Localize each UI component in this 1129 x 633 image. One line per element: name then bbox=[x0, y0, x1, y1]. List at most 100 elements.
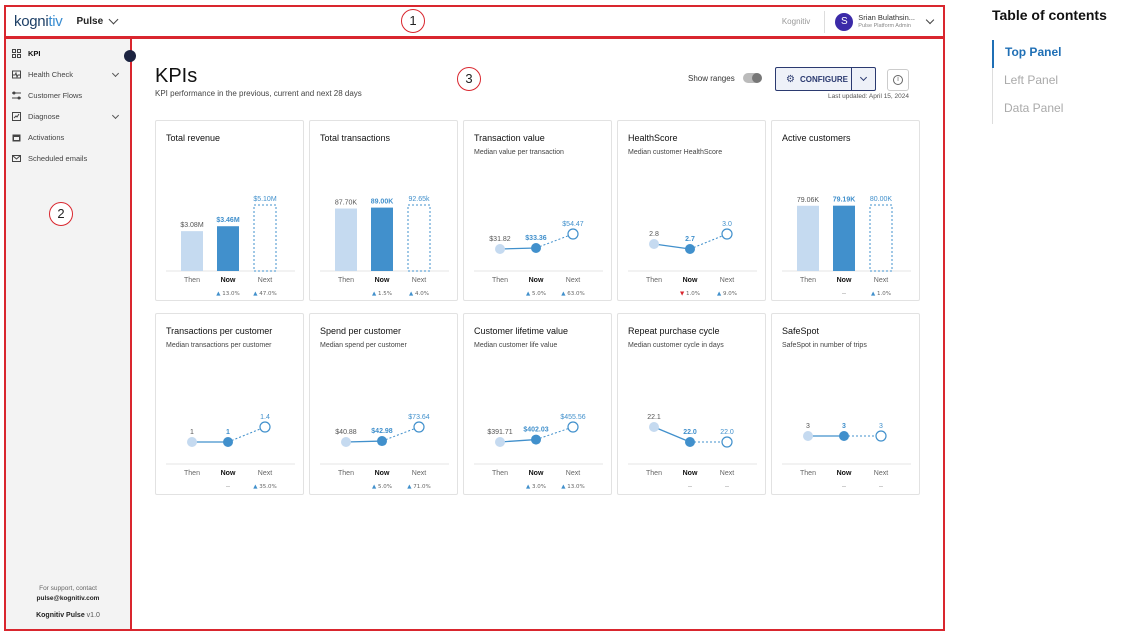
bar-now[interactable] bbox=[217, 226, 239, 271]
sidebar-item-label: Diagnose bbox=[28, 112, 60, 121]
data-label: 3.0 bbox=[722, 221, 732, 228]
point-then[interactable] bbox=[803, 431, 813, 441]
category-label-next: Next bbox=[566, 277, 580, 284]
delta-label: ▲ 13.0% bbox=[216, 291, 239, 297]
calendar-icon bbox=[12, 133, 21, 142]
point-then[interactable] bbox=[649, 239, 659, 249]
point-now[interactable] bbox=[531, 434, 541, 445]
bar-then[interactable] bbox=[181, 231, 203, 271]
category-label-now: Now bbox=[837, 277, 852, 284]
kognitiv-logo[interactable]: kognitiv bbox=[14, 13, 63, 30]
point-then[interactable] bbox=[187, 437, 197, 447]
bar-now[interactable] bbox=[371, 207, 393, 271]
category-label-now: Now bbox=[221, 470, 236, 477]
point-next[interactable] bbox=[875, 430, 887, 442]
kpi-card-transaction-value[interactable]: Transaction value Median value per transa… bbox=[463, 120, 612, 301]
kpi-card-total-revenue[interactable]: Total revenue $3.08M $3.46M $5.10M Then Now Ne… bbox=[155, 120, 304, 301]
user-name: Srian Bulathsin... bbox=[858, 12, 915, 22]
kpi-card-healthscore[interactable]: HealthScore Median customer HealthScore 2.… bbox=[617, 120, 766, 301]
toc-item-data-panel[interactable]: Data Panel bbox=[993, 96, 1127, 124]
delta-label: ▲ 13.0% bbox=[561, 484, 584, 490]
chevron-down-icon bbox=[108, 14, 119, 25]
data-label: 22.1 bbox=[647, 414, 661, 421]
kpi-card-customer-lifetime-value[interactable]: Customer lifetime value Median customer l… bbox=[463, 313, 612, 495]
bar-next[interactable] bbox=[869, 204, 893, 272]
kpi-card-safespot[interactable]: SafeSpot SafeSpot in number of trips 3 3 3 Th… bbox=[771, 313, 920, 495]
data-label: $455.56 bbox=[560, 414, 585, 421]
sidebar-item-label: Customer Flows bbox=[28, 91, 83, 100]
data-label: 79.19K bbox=[833, 197, 856, 204]
toc-heading: Table of contents bbox=[992, 7, 1107, 23]
info-button[interactable]: i bbox=[887, 69, 909, 91]
sidebar-item-label: KPI bbox=[28, 49, 41, 58]
kpi-card-transactions-per-customer[interactable]: Transactions per customer Median transact… bbox=[155, 313, 304, 495]
point-then[interactable] bbox=[341, 437, 351, 447]
forecast-line bbox=[227, 426, 266, 443]
point-next[interactable] bbox=[413, 421, 425, 433]
product-name: Kognitiv Pulse bbox=[36, 612, 85, 619]
point-next[interactable] bbox=[567, 228, 579, 240]
data-label: 1 bbox=[190, 429, 194, 436]
sidebar-collapse-button[interactable] bbox=[124, 50, 136, 62]
data-label: 1 bbox=[226, 429, 230, 436]
toc-item-left-panel[interactable]: Left Panel bbox=[993, 68, 1127, 96]
sidebar-item-kpi[interactable]: KPI bbox=[6, 43, 130, 64]
kpi-card-active-customers[interactable]: Active customers 79.06K 79.19K 80.00K Then No… bbox=[771, 120, 920, 301]
kpi-card-total-transactions[interactable]: Total transactions 87.70K 89.00K 92.65k Then… bbox=[309, 120, 458, 301]
point-next[interactable] bbox=[567, 421, 579, 433]
point-now[interactable] bbox=[531, 242, 541, 253]
point-now[interactable] bbox=[685, 437, 695, 447]
data-panel: KPIs KPI performance in the previous, cu… bbox=[132, 39, 943, 629]
data-label: $3.08M bbox=[180, 222, 204, 229]
heart-monitor-icon bbox=[12, 70, 21, 79]
chart-icon bbox=[12, 112, 21, 121]
chevron-down-icon[interactable] bbox=[111, 69, 120, 77]
version-label: v1.0 bbox=[86, 612, 100, 619]
bar-next[interactable] bbox=[407, 204, 431, 272]
chevron-down-icon[interactable] bbox=[111, 111, 120, 119]
point-next[interactable] bbox=[721, 436, 733, 448]
kpi-card-repeat-purchase-cycle[interactable]: Repeat purchase cycle Median customer cyc… bbox=[617, 313, 766, 495]
bar-next[interactable] bbox=[253, 204, 277, 272]
point-then[interactable] bbox=[495, 244, 505, 254]
sidebar-item-customer-flows[interactable]: Customer Flows bbox=[6, 85, 130, 106]
sidebar-item-label: Health Check bbox=[28, 70, 74, 79]
category-label-now: Now bbox=[683, 277, 698, 284]
data-label: 89.00K bbox=[371, 199, 394, 206]
point-now[interactable] bbox=[223, 437, 233, 447]
app-switcher[interactable]: Pulse bbox=[76, 14, 119, 27]
delta-label: -- bbox=[842, 484, 846, 490]
sidebar-item-diagnose[interactable]: Diagnose bbox=[6, 106, 130, 127]
bar-now[interactable] bbox=[833, 205, 855, 271]
data-label: $391.71 bbox=[487, 429, 512, 436]
chevron-down-icon[interactable] bbox=[859, 73, 868, 82]
category-label-then: Then bbox=[646, 277, 662, 284]
delta-label: ▲ 35.0% bbox=[253, 484, 276, 490]
point-next[interactable] bbox=[259, 421, 271, 433]
kpi-card-spend-per-customer[interactable]: Spend per customer Median spend per custo… bbox=[309, 313, 458, 495]
support-email-link[interactable]: pulse@kognitiv.com bbox=[37, 595, 100, 602]
divider bbox=[851, 68, 852, 90]
configure-button[interactable]: ⚙ CONFIGURE bbox=[775, 67, 876, 91]
bar-then[interactable] bbox=[797, 205, 819, 271]
sidebar-item-health-check[interactable]: Health Check bbox=[6, 64, 130, 85]
data-label: 79.06K bbox=[797, 197, 820, 204]
delta-label: ▼ 1.0% bbox=[680, 291, 700, 297]
point-then[interactable] bbox=[495, 437, 505, 447]
delta-label: ▲ 63.0% bbox=[561, 291, 584, 297]
point-now[interactable] bbox=[685, 244, 695, 254]
user-menu[interactable]: S Srian Bulathsin... Pulse Platform Admi… bbox=[835, 12, 943, 31]
show-ranges-toggle[interactable] bbox=[742, 73, 762, 83]
point-then[interactable] bbox=[649, 422, 659, 432]
point-next[interactable] bbox=[721, 228, 733, 240]
toc-item-top-panel[interactable]: Top Panel bbox=[992, 40, 1127, 68]
point-now[interactable] bbox=[377, 436, 387, 447]
sidebar-item-activations[interactable]: Activations bbox=[6, 127, 130, 148]
sidebar: KPI Health Check Customer Flows Diagnose Act… bbox=[6, 39, 130, 629]
point-now[interactable] bbox=[839, 431, 849, 441]
bar-then[interactable] bbox=[335, 208, 357, 271]
category-label-now: Now bbox=[375, 277, 390, 284]
category-label-next: Next bbox=[874, 470, 888, 477]
delta-label: -- bbox=[226, 484, 230, 490]
sidebar-item-scheduled-emails[interactable]: Scheduled emails bbox=[6, 148, 130, 169]
